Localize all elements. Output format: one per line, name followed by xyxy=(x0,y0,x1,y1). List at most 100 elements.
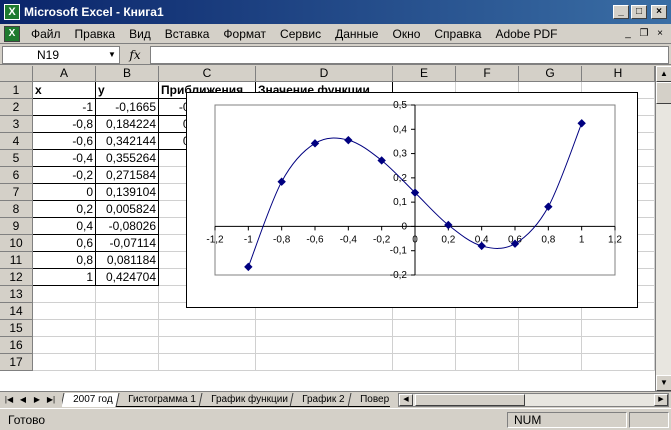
cell-a5[interactable]: -0,4 xyxy=(33,150,96,167)
row-header-1[interactable]: 1 xyxy=(0,82,33,99)
cell-h15[interactable] xyxy=(582,320,655,337)
h-scroll-thumb[interactable] xyxy=(415,393,525,406)
cell-f15[interactable] xyxy=(456,320,519,337)
sheet-tab-1[interactable]: 2007 год xyxy=(62,392,121,407)
cell-b12[interactable]: 0,424704 xyxy=(96,269,159,286)
sheet-tab-4[interactable]: График 2 xyxy=(289,392,353,407)
cell-b4[interactable]: 0,342144 xyxy=(96,133,159,150)
cell-a6[interactable]: -0,2 xyxy=(33,167,96,184)
row-header-13[interactable]: 13 xyxy=(0,286,33,303)
cell-a8[interactable]: 0,2 xyxy=(33,201,96,218)
column-header-g[interactable]: G xyxy=(519,66,582,82)
cell-c15[interactable] xyxy=(159,320,256,337)
name-box[interactable]: N19 ▼ xyxy=(2,45,120,64)
cell-h16[interactable] xyxy=(582,337,655,354)
row-header-16[interactable]: 16 xyxy=(0,337,33,354)
cell-e16[interactable] xyxy=(393,337,456,354)
doc-minimize-icon[interactable]: _ xyxy=(621,27,635,41)
column-header-f[interactable]: F xyxy=(456,66,519,82)
menu-view[interactable]: Вид xyxy=(122,25,158,43)
cell-a12[interactable]: 1 xyxy=(33,269,96,286)
cell-h17[interactable] xyxy=(582,354,655,371)
cell-b17[interactable] xyxy=(96,354,159,371)
cell-a10[interactable]: 0,6 xyxy=(33,235,96,252)
excel-app-icon[interactable]: X xyxy=(4,4,20,20)
scroll-down-icon[interactable]: ▼ xyxy=(656,375,671,391)
cell-e17[interactable] xyxy=(393,354,456,371)
cell-a3[interactable]: -0,8 xyxy=(33,116,96,133)
maximize-button[interactable]: □ xyxy=(631,5,647,19)
last-sheet-icon[interactable]: ▶| xyxy=(44,393,58,407)
vertical-scrollbar[interactable]: ▲ ▼ xyxy=(655,66,671,391)
cell-b16[interactable] xyxy=(96,337,159,354)
doc-restore-icon[interactable]: ❐ xyxy=(637,27,651,41)
row-header-7[interactable]: 7 xyxy=(0,184,33,201)
menu-window[interactable]: Окно xyxy=(385,25,427,43)
prev-sheet-icon[interactable]: ◀ xyxy=(16,393,30,407)
cell-d16[interactable] xyxy=(256,337,393,354)
select-all-corner[interactable] xyxy=(0,66,33,82)
cell-b7[interactable]: 0,139104 xyxy=(96,184,159,201)
cell-a17[interactable] xyxy=(33,354,96,371)
sheet-tab-3[interactable]: График функции xyxy=(198,392,295,407)
cell-b13[interactable] xyxy=(96,286,159,303)
row-header-15[interactable]: 15 xyxy=(0,320,33,337)
next-sheet-icon[interactable]: ▶ xyxy=(30,393,44,407)
menu-data[interactable]: Данные xyxy=(328,25,385,43)
cell-b2[interactable]: -0,1665 xyxy=(96,99,159,116)
horizontal-scrollbar[interactable]: ◀ ▶ xyxy=(398,392,669,407)
close-button[interactable]: × xyxy=(651,5,667,19)
menu-insert[interactable]: Вставка xyxy=(158,25,217,43)
minimize-button[interactable]: _ xyxy=(613,5,629,19)
formula-input[interactable] xyxy=(150,45,669,64)
cell-c16[interactable] xyxy=(159,337,256,354)
cell-a4[interactable]: -0,6 xyxy=(33,133,96,150)
cell-b6[interactable]: 0,271584 xyxy=(96,167,159,184)
cell-f16[interactable] xyxy=(456,337,519,354)
chevron-down-icon[interactable]: ▼ xyxy=(105,47,119,63)
function-chart[interactable]: -1,2-1-0,8-0,6-0,4-0,200,20,40,60,811,20… xyxy=(186,92,638,308)
fx-icon[interactable]: fx xyxy=(120,48,150,62)
cell-a15[interactable] xyxy=(33,320,96,337)
column-header-h[interactable]: H xyxy=(582,66,655,82)
row-header-6[interactable]: 6 xyxy=(0,167,33,184)
cell-d15[interactable] xyxy=(256,320,393,337)
cell-a16[interactable] xyxy=(33,337,96,354)
cell-a9[interactable]: 0,4 xyxy=(33,218,96,235)
cell-b14[interactable] xyxy=(96,303,159,320)
row-header-2[interactable]: 2 xyxy=(0,99,33,116)
cell-a11[interactable]: 0,8 xyxy=(33,252,96,269)
cell-a2[interactable]: -1 xyxy=(33,99,96,116)
sheet-tab-2[interactable]: Гистограмма 1 xyxy=(115,392,204,407)
row-header-5[interactable]: 5 xyxy=(0,150,33,167)
column-header-d[interactable]: D xyxy=(256,66,393,82)
cell-a14[interactable] xyxy=(33,303,96,320)
menu-file[interactable]: Файл xyxy=(24,25,68,43)
cell-b11[interactable]: 0,081184 xyxy=(96,252,159,269)
row-header-10[interactable]: 10 xyxy=(0,235,33,252)
scroll-left-icon[interactable]: ◀ xyxy=(399,393,413,406)
row-header-4[interactable]: 4 xyxy=(0,133,33,150)
workbook-icon[interactable]: X xyxy=(4,25,20,42)
cell-a7[interactable]: 0 xyxy=(33,184,96,201)
cell-g16[interactable] xyxy=(519,337,582,354)
cell-d17[interactable] xyxy=(256,354,393,371)
row-header-9[interactable]: 9 xyxy=(0,218,33,235)
column-header-c[interactable]: C xyxy=(159,66,256,82)
scroll-up-icon[interactable]: ▲ xyxy=(656,66,671,82)
scroll-thumb[interactable] xyxy=(656,82,671,104)
cell-a13[interactable] xyxy=(33,286,96,303)
cell-e15[interactable] xyxy=(393,320,456,337)
first-sheet-icon[interactable]: |◀ xyxy=(2,393,16,407)
scroll-right-icon[interactable]: ▶ xyxy=(654,393,668,406)
cell-b3[interactable]: 0,184224 xyxy=(96,116,159,133)
cell-a1[interactable]: x xyxy=(33,82,96,99)
row-header-14[interactable]: 14 xyxy=(0,303,33,320)
cell-b10[interactable]: -0,07114 xyxy=(96,235,159,252)
menu-help[interactable]: Справка xyxy=(427,25,488,43)
row-header-12[interactable]: 12 xyxy=(0,269,33,286)
row-header-17[interactable]: 17 xyxy=(0,354,33,371)
cell-b1[interactable]: y xyxy=(96,82,159,99)
menu-format[interactable]: Формат xyxy=(216,25,273,43)
cell-f17[interactable] xyxy=(456,354,519,371)
